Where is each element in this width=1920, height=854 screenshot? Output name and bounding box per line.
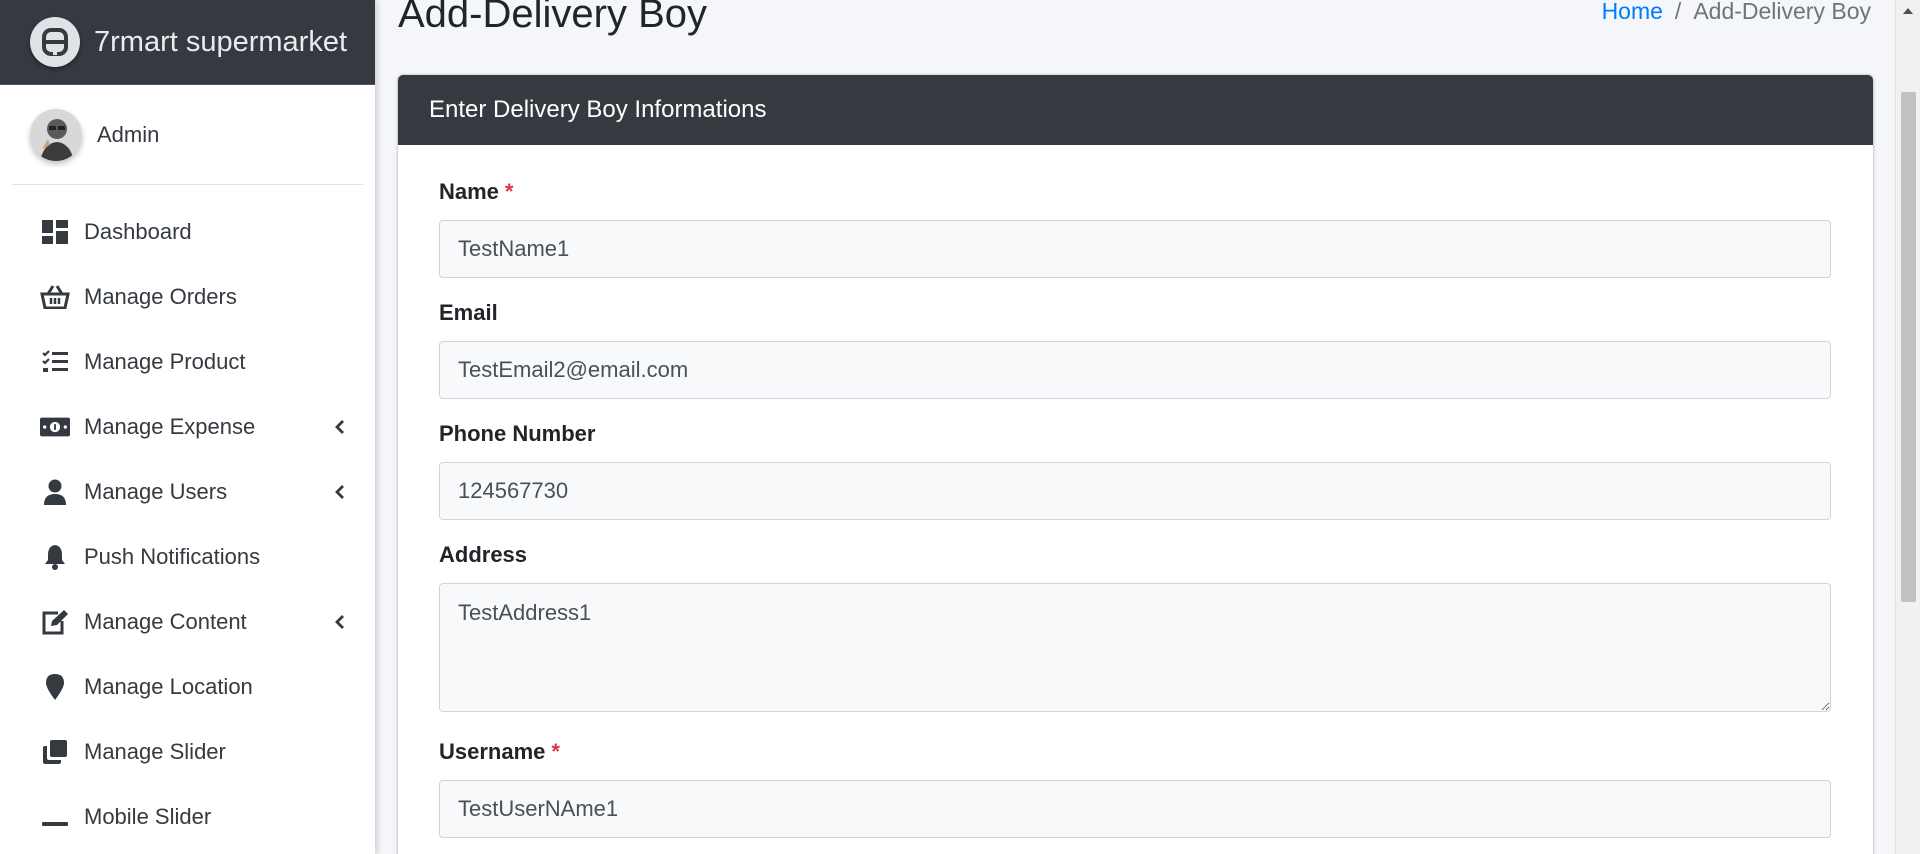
username-input[interactable] <box>439 780 1831 838</box>
sidebar-item-manage-content[interactable]: Manage Content <box>0 589 375 654</box>
required-mark: * <box>504 179 514 204</box>
chevron-left-icon <box>333 418 347 436</box>
edit-icon <box>40 607 70 637</box>
brand-logo-icon <box>30 17 80 67</box>
minus-icon <box>40 802 70 832</box>
delivery-boy-form-card: Enter Delivery Boy Informations Name* Em… <box>398 75 1873 854</box>
email-input[interactable] <box>439 341 1831 399</box>
clone-icon <box>40 737 70 767</box>
card-header: Enter Delivery Boy Informations <box>398 75 1873 145</box>
sidebar-item-label: Manage Users <box>84 478 228 504</box>
sidebar-item-mobile-slider[interactable]: Mobile Slider <box>0 784 375 849</box>
name-input[interactable] <box>439 220 1831 278</box>
phone-label: Phone Number <box>439 421 596 446</box>
brand-link[interactable]: 7rmart supermarket <box>0 0 375 85</box>
sidebar-item-label: Manage Expense <box>84 413 256 439</box>
brand-name: 7rmart supermarket <box>94 25 348 58</box>
sidebar-item-label: Push Notifications <box>84 543 261 569</box>
sidebar-item-manage-users[interactable]: Manage Users <box>0 459 375 524</box>
name-label: Name * <box>439 179 514 204</box>
sidebar-item-manage-slider[interactable]: Manage Slider <box>0 719 375 784</box>
address-form-group: Address TestAddress1 <box>439 542 1832 717</box>
chevron-left-icon <box>333 483 347 501</box>
main-content: Add-Delivery Boy Home / Add-Delivery Boy… <box>375 0 1895 854</box>
sidebar-nav: Dashboard Manage Orders Manage Product M… <box>0 185 375 849</box>
sidebar-item-dashboard[interactable]: Dashboard <box>0 199 375 264</box>
sidebar-item-push-notifications[interactable]: Push Notifications <box>0 524 375 589</box>
sidebar-item-label: Manage Location <box>84 673 253 699</box>
breadcrumb-separator: / <box>1674 0 1682 24</box>
sidebar-item-label: Manage Content <box>84 608 247 634</box>
phone-input[interactable] <box>439 462 1831 520</box>
sidebar-item-label: Manage Product <box>84 348 246 374</box>
user-name: Admin <box>97 121 160 147</box>
email-form-group: Email <box>439 300 1832 399</box>
sidebar-item-manage-product[interactable]: Manage Product <box>0 329 375 394</box>
sidebar-item-label: Dashboard <box>84 218 192 244</box>
name-form-group: Name * <box>439 179 1832 278</box>
page-scrollbar[interactable] <box>1895 0 1920 854</box>
breadcrumb: Home / Add-Delivery Boy <box>1602 0 1871 25</box>
avatar <box>30 108 82 161</box>
money-bill-icon <box>40 412 70 442</box>
basket-icon <box>40 282 70 312</box>
sidebar-item-label: Mobile Slider <box>84 803 212 829</box>
card-body: Name* Email Phone Number Address TestAdd… <box>398 145 1873 838</box>
address-label: Address <box>439 542 528 567</box>
breadcrumb-current: Add-Delivery Boy <box>1693 0 1871 24</box>
bell-icon <box>40 542 70 572</box>
page-title: Add-Delivery Boy <box>398 0 708 36</box>
scrollbar-thumb[interactable] <box>1901 92 1916 602</box>
email-label: Email <box>439 300 498 325</box>
username-label: Username * <box>439 739 560 764</box>
sidebar-item-manage-orders[interactable]: Manage Orders <box>0 264 375 329</box>
sidebar-item-manage-expense[interactable]: Manage Expense <box>0 394 375 459</box>
dashboard-icon <box>40 217 70 247</box>
required-mark: * <box>551 739 560 764</box>
sidebar: 7rmart supermarket Admin Dashboard Manag… <box>0 0 375 854</box>
breadcrumb-home-link[interactable]: Home <box>1602 0 1663 25</box>
sidebar-item-label: Manage Slider <box>84 738 226 764</box>
phone-form-group: Phone Number <box>439 421 1832 520</box>
chevron-left-icon <box>333 613 347 631</box>
sidebar-item-label: Manage Orders <box>84 283 237 309</box>
sidebar-item-manage-location[interactable]: Manage Location <box>0 654 375 719</box>
tasks-icon <box>40 347 70 377</box>
username-form-group: Username * <box>439 739 1832 838</box>
user-icon <box>40 477 70 507</box>
address-textarea[interactable]: TestAddress1 <box>439 583 1831 712</box>
scroll-up-arrow-icon[interactable] <box>1896 0 1920 22</box>
user-panel[interactable]: Admin <box>12 85 363 185</box>
map-marker-icon <box>40 672 70 702</box>
